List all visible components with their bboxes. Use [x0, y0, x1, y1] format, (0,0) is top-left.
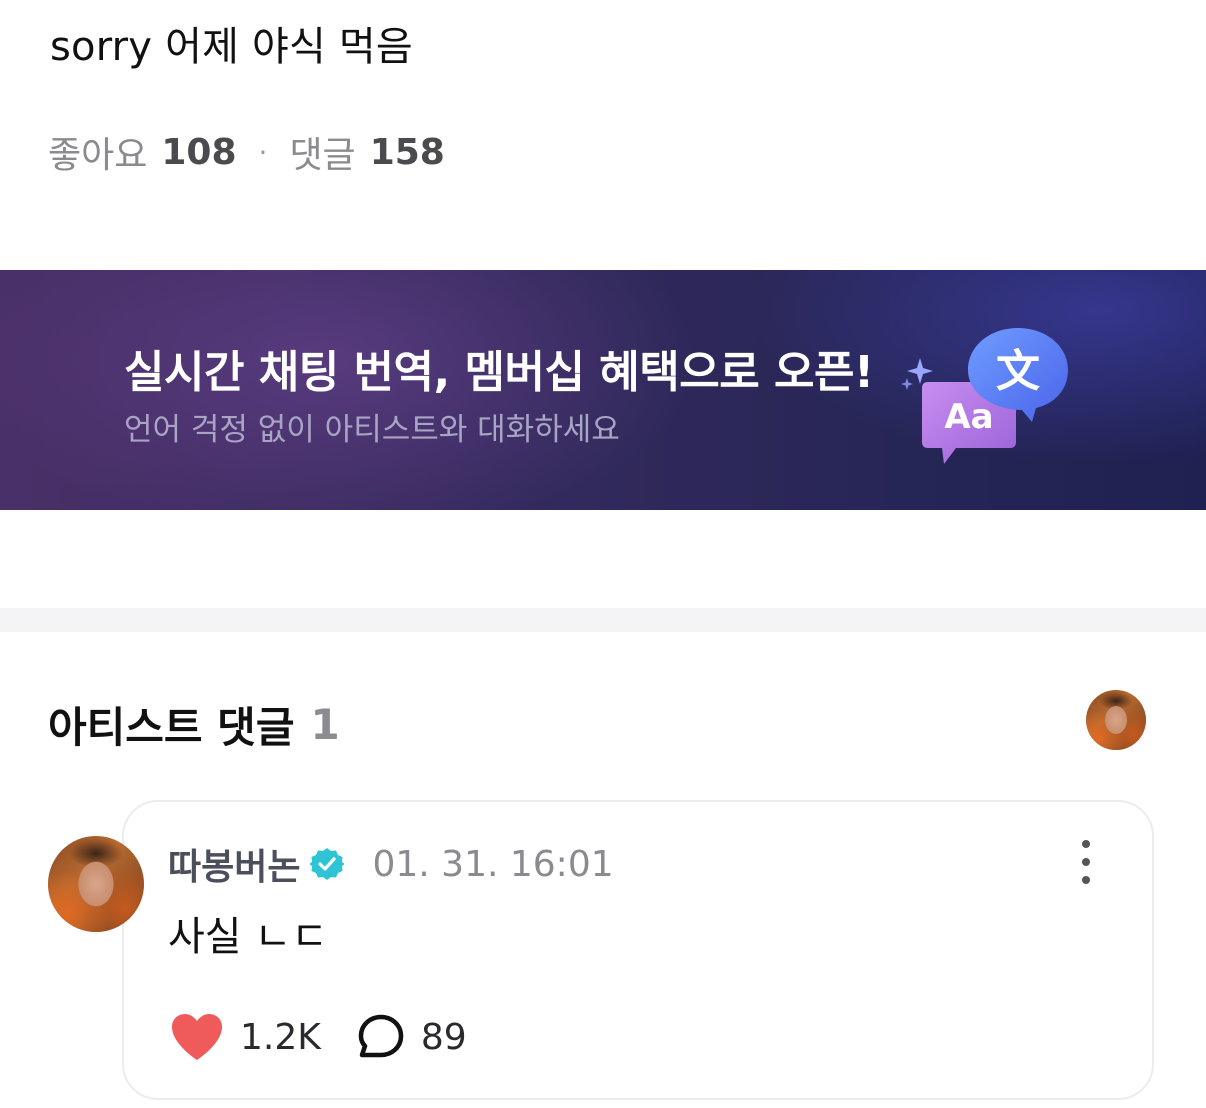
like-count: 1.2K: [240, 1016, 321, 1058]
reply-count: 89: [420, 1016, 467, 1058]
comment-author-avatar[interactable]: [48, 836, 144, 932]
more-options-button[interactable]: [1068, 840, 1104, 884]
artist-comments-header: 아티스트 댓글 1: [48, 694, 340, 755]
comment-timestamp: 01. 31. 16:01: [372, 843, 614, 885]
artist-avatar-small[interactable]: [1086, 690, 1146, 750]
comment-body: 사실 ㄴㄷ: [168, 914, 328, 960]
avatar-image: [48, 836, 144, 932]
likes-label: 좋아요: [48, 135, 148, 176]
reply-button[interactable]: 89: [357, 1013, 467, 1061]
artist-comments-title: 아티스트 댓글: [48, 703, 295, 752]
avatar-image: [1086, 690, 1146, 750]
post-stats: 좋아요 108 · 댓글 158: [48, 126, 445, 178]
artist-comments-count: 1: [310, 700, 340, 749]
post-text: sorry 어제 야식 먹음: [50, 24, 413, 70]
comment-actions: 1.2K 89: [170, 1012, 467, 1062]
membership-translation-banner[interactable]: 실시간 채팅 번역, 멤버십 혜택으로 오픈! 언어 걱정 없이 아티스트와 대…: [0, 270, 1206, 510]
comments-count[interactable]: 158: [370, 132, 445, 173]
comment-header: 따봉버논 01. 31. 16:01: [168, 838, 614, 890]
heart-icon: [172, 1014, 222, 1060]
comments-label[interactable]: 댓글: [289, 126, 355, 178]
more-dot-icon: [1082, 876, 1090, 884]
wen-text: 文: [996, 346, 1040, 397]
more-dot-icon: [1082, 858, 1090, 866]
comment-author-name[interactable]: 따봉버논: [168, 838, 300, 890]
banner-title: 실시간 채팅 번역, 멤버십 혜택으로 오픈!: [124, 347, 874, 398]
translate-wen-bubble-icon: 文: [968, 328, 1068, 422]
verified-badge-icon: [310, 848, 345, 880]
section-divider: [0, 608, 1206, 632]
stats-separator: ·: [258, 135, 268, 169]
comment-bubble-icon: [358, 1014, 404, 1058]
likes-count: 108: [161, 131, 237, 173]
like-button[interactable]: 1.2K: [170, 1012, 321, 1062]
more-dot-icon: [1082, 840, 1090, 848]
banner-subtitle: 언어 걱정 없이 아티스트와 대화하세요: [124, 412, 620, 448]
